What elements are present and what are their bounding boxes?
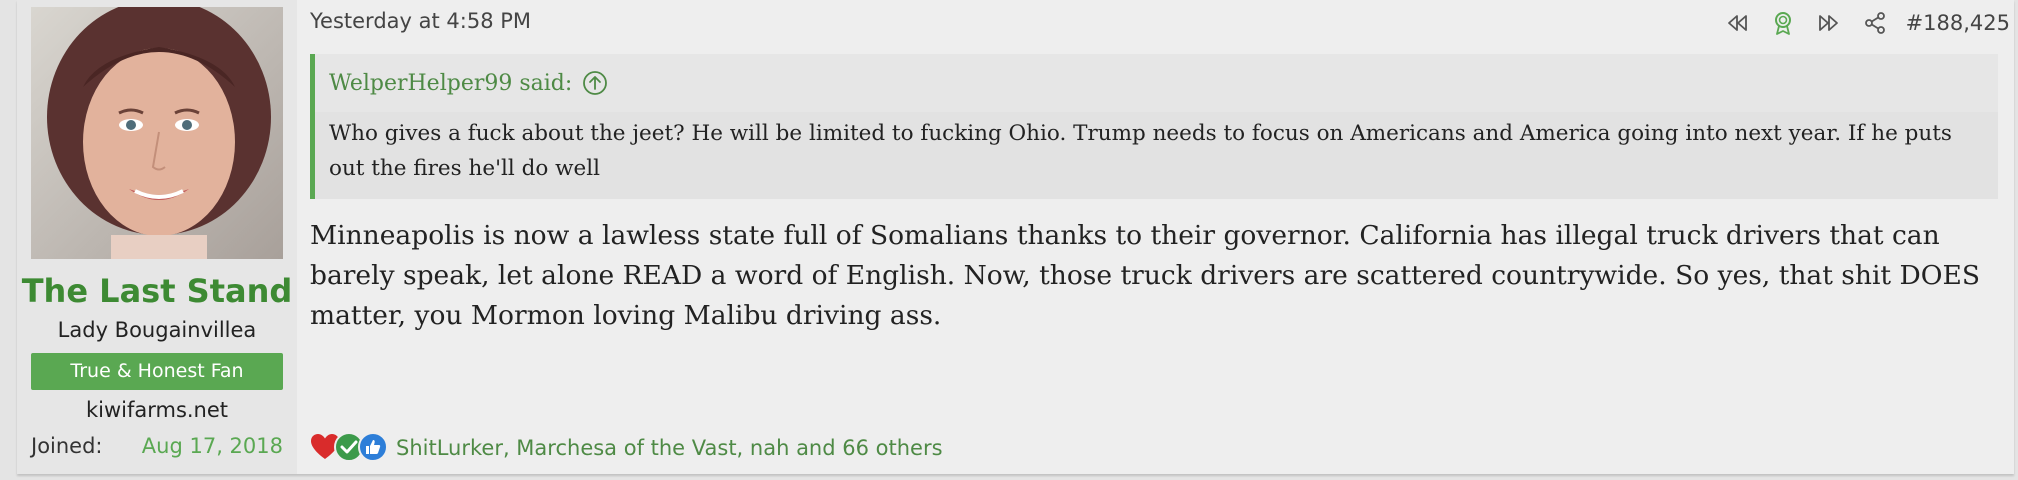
quote-author[interactable]: WelperHelper99 said: <box>329 71 572 96</box>
post-main: Yesterday at 4:58 PM #188,425 WelperHelp… <box>297 0 2014 474</box>
reaction-icons <box>310 432 392 464</box>
reaction-users[interactable]: ShitLurker, Marchesa of the Vast, nah an… <box>396 436 943 460</box>
user-site: kiwifarms.net <box>85 398 229 422</box>
rewind-icon[interactable] <box>1714 9 1760 37</box>
share-icon[interactable] <box>1852 9 1898 37</box>
post-timestamp[interactable]: Yesterday at 4:58 PM <box>310 9 531 33</box>
reactions-bar[interactable]: ShitLurker, Marchesa of the Vast, nah an… <box>310 432 943 464</box>
post-message: Minneapolis is now a lawless state full … <box>310 220 1980 331</box>
user-info-column: The Last Stand Lady Bougainvillea True &… <box>17 0 297 474</box>
user-banner: True & Honest Fan <box>31 353 283 390</box>
quote-header: WelperHelper99 said: <box>315 54 1998 112</box>
ribbon-icon[interactable] <box>1760 9 1806 37</box>
thumbs-up-icon <box>358 432 388 462</box>
joined-label: Joined: <box>31 434 103 458</box>
fast-forward-icon[interactable] <box>1806 9 1852 37</box>
user-title: Lady Bougainvillea <box>57 318 257 342</box>
post-number[interactable]: #188,425 <box>1906 11 2010 35</box>
joined-date: Aug 17, 2018 <box>141 434 283 458</box>
quote-text: Who gives a fuck about the jeet? He will… <box>329 121 1952 181</box>
quote-block: WelperHelper99 said: Who gives a fuck ab… <box>310 54 1998 199</box>
joined-row: Joined: Aug 17, 2018 <box>31 434 283 458</box>
jump-to-quote-icon[interactable] <box>582 70 608 96</box>
post-container: The Last Stand Lady Bougainvillea True &… <box>17 0 2014 474</box>
avatar[interactable] <box>31 7 283 259</box>
post-actions: #188,425 <box>1714 9 2010 37</box>
username[interactable]: The Last Stand <box>17 272 297 310</box>
